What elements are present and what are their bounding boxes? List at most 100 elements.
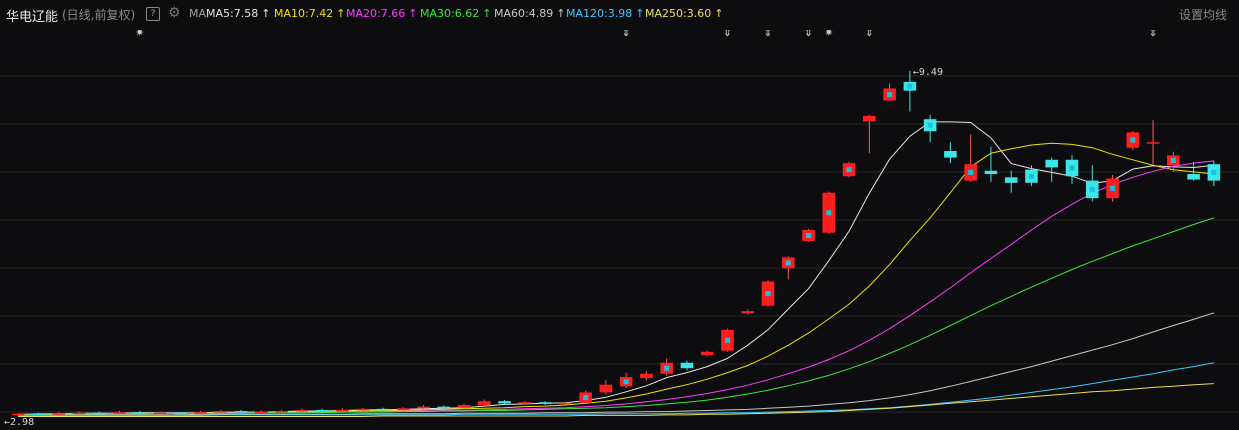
event-marker-icon: ✷ bbox=[135, 30, 144, 39]
candle-body bbox=[700, 351, 714, 356]
candle-marker bbox=[1211, 169, 1217, 175]
candle-body bbox=[32, 413, 45, 416]
candle-body bbox=[640, 373, 653, 379]
candle-marker bbox=[1110, 185, 1116, 191]
trend-arrow-icon: ↑ bbox=[482, 7, 492, 20]
min-price-label: ←2.98 bbox=[4, 417, 34, 428]
candle-marker bbox=[826, 210, 832, 216]
candle-body bbox=[559, 402, 572, 405]
gear-icon[interactable]: ⚙ bbox=[168, 5, 181, 21]
candle-body bbox=[133, 412, 147, 414]
ma-legend-item-6: MA250:3.60 ↑ bbox=[645, 7, 723, 20]
ma-legend-item-5: MA120:3.98 ↑ bbox=[566, 7, 644, 20]
candle-body bbox=[52, 413, 65, 415]
candle-marker bbox=[785, 260, 791, 266]
candle-marker bbox=[927, 122, 933, 128]
candle-body bbox=[457, 404, 471, 408]
candle-body bbox=[1045, 159, 1059, 168]
candle-body bbox=[1004, 177, 1018, 183]
candle-marker bbox=[1170, 157, 1176, 163]
candle-marker bbox=[806, 232, 812, 238]
candle-marker bbox=[1069, 165, 1075, 171]
candle-body bbox=[944, 151, 957, 158]
candle-body bbox=[417, 406, 430, 409]
candle-body bbox=[538, 402, 552, 404]
period-label: (日线,前复权) bbox=[62, 8, 136, 22]
event-marker-icon: ⇕ bbox=[1148, 30, 1157, 39]
candle-body bbox=[153, 412, 167, 415]
ma-legend-value: MA10:7.42 bbox=[274, 7, 334, 20]
candle-marker bbox=[968, 169, 974, 175]
candle-marker bbox=[724, 337, 730, 343]
candle-body bbox=[680, 362, 694, 369]
candle-body bbox=[11, 413, 25, 416]
candle-body bbox=[315, 409, 329, 412]
candlestick-chart[interactable]: ✷ ⇕ ⇕ ⇕ ⇕ ✷ ⇕ ⇕ ←9.49 ←2.98 bbox=[0, 30, 1239, 430]
help-icon[interactable]: ? bbox=[146, 7, 160, 21]
candle-marker bbox=[1028, 173, 1034, 179]
candle-body bbox=[194, 412, 207, 414]
candle-body bbox=[295, 409, 309, 412]
candle-body bbox=[255, 411, 268, 414]
ma-legend-value: MA120:3.98 bbox=[566, 7, 633, 20]
ma-legend-item-4: MA60:4.89 ↑ bbox=[494, 7, 565, 20]
candle-marker bbox=[907, 83, 913, 89]
candle-marker bbox=[1130, 137, 1136, 143]
candle-body bbox=[518, 402, 532, 404]
ma-legend-value: MA20:7.66 bbox=[346, 7, 406, 20]
trend-arrow-icon: ↑ bbox=[714, 7, 724, 20]
candle-body bbox=[92, 412, 106, 415]
candle-body bbox=[275, 411, 288, 413]
trend-arrow-icon: ↑ bbox=[556, 7, 566, 20]
candle-body bbox=[498, 401, 511, 404]
ma-line-ma10 bbox=[18, 142, 1214, 415]
candle-body bbox=[356, 408, 369, 411]
ma-line-ma20 bbox=[18, 160, 1214, 415]
event-marker-icon: ⇕ bbox=[622, 30, 631, 39]
ma-legend-value: MA5:7.58 bbox=[206, 7, 259, 20]
event-marker-icon: ⇕ bbox=[763, 30, 772, 39]
trend-arrow-icon: ↑ bbox=[336, 7, 346, 20]
max-price-label: ←9.49 bbox=[913, 67, 943, 78]
candle-body bbox=[173, 412, 187, 415]
candle-body bbox=[477, 401, 491, 405]
candle-marker bbox=[887, 92, 893, 98]
candle-body bbox=[863, 115, 876, 122]
candle-body bbox=[72, 412, 86, 415]
candle-body bbox=[376, 408, 390, 411]
ma-legend-item-1: MA10:7.42 ↑ bbox=[274, 7, 345, 20]
candle-marker bbox=[623, 379, 629, 385]
candle-marker bbox=[1089, 186, 1095, 192]
event-marker-icon: ⇕ bbox=[723, 30, 732, 39]
candle-body bbox=[336, 409, 349, 412]
candle-body bbox=[1187, 174, 1200, 180]
trend-arrow-icon: ↑ bbox=[635, 7, 645, 20]
ma-legend-item-2: MA20:7.66 ↑ bbox=[346, 7, 417, 20]
candle-body bbox=[984, 170, 998, 175]
candle-body bbox=[234, 411, 248, 413]
trend-arrow-icon: ↑ bbox=[261, 7, 271, 20]
ma-legend-value: MA30:6.62 bbox=[420, 7, 480, 20]
ma-legend-item-0: MA5:7.58 ↑ bbox=[206, 7, 270, 20]
trend-arrow-icon: ↑ bbox=[408, 7, 418, 20]
chart-header: 华电辽能 (日线,前复权) ? ⚙ MA 设置均线 MA5:7.58 ↑ MA10:… bbox=[0, 0, 1239, 30]
stock-name[interactable]: 华电辽能 bbox=[6, 6, 58, 25]
event-marker-icon: ⇕ bbox=[865, 30, 874, 39]
candle-marker bbox=[583, 395, 589, 401]
candle-body bbox=[599, 384, 613, 393]
candle-body bbox=[113, 412, 126, 414]
ma-label: MA bbox=[189, 7, 207, 20]
ma-legend-item-3: MA30:6.62 ↑ bbox=[420, 7, 491, 20]
candle-marker bbox=[765, 291, 771, 297]
ma-legend-value: MA60:4.89 bbox=[494, 7, 554, 20]
event-marker-icon: ⇕ bbox=[804, 30, 813, 39]
event-marker-icon: ✷ bbox=[824, 30, 833, 39]
candle-body bbox=[214, 411, 228, 413]
candle-body bbox=[1146, 142, 1160, 144]
candle-marker bbox=[664, 365, 670, 371]
candle-body bbox=[396, 408, 410, 410]
candle-body bbox=[437, 406, 451, 409]
ma-legend-value: MA250:3.60 bbox=[645, 7, 712, 20]
candle-marker bbox=[846, 167, 852, 173]
ma-settings-link[interactable]: 设置均线 bbox=[1179, 6, 1227, 23]
